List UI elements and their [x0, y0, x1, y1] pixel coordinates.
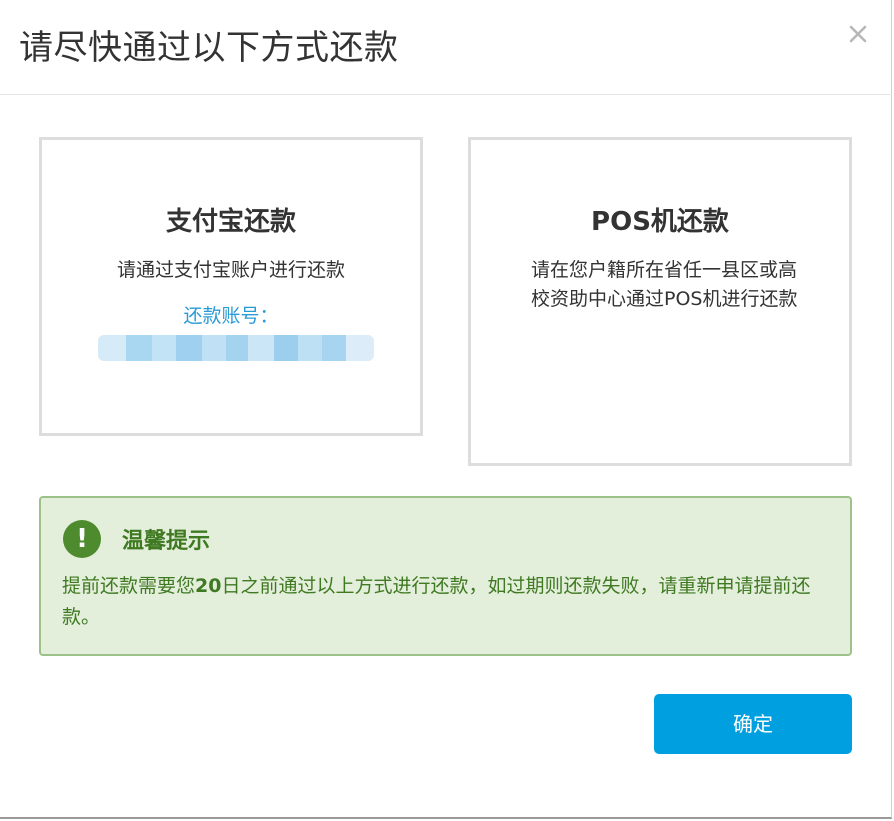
notice-title: 温馨提示	[122, 529, 211, 554]
notice-text-before: 提前还款需要您	[62, 575, 196, 597]
modal-header: 请尽快通过以下方式还款	[0, 0, 892, 95]
alipay-card-title: 支付宝还款	[165, 207, 296, 237]
exclamation-icon: !	[63, 520, 101, 558]
pos-repayment-card: POS机还款 请在您户籍所在省任一县区或高校资助中心通过POS机进行还款	[468, 137, 852, 466]
confirm-button[interactable]: 确定	[654, 694, 852, 754]
account-number-blurred	[98, 335, 374, 361]
alipay-repayment-card: 支付宝还款 请通过支付宝账户进行还款 还款账号：	[39, 137, 423, 436]
modal-title: 请尽快通过以下方式还款	[19, 28, 399, 68]
tip-notice: ! 温馨提示 提前还款需要您20日之前通过以上方式进行还款，如过期则还款失败，请…	[39, 496, 852, 656]
pos-card-description: 请在您户籍所在省任一县区或高校资助中心通过POS机进行还款	[531, 259, 798, 310]
account-number-label: 还款账号：	[183, 305, 279, 327]
repayment-modal: 请尽快通过以下方式还款 支付宝还款 请通过支付宝账户进行还款 还款账号： POS…	[0, 0, 892, 819]
notice-text: 提前还款需要您20日之前通过以上方式进行还款，如过期则还款失败，请重新申请提前还…	[62, 571, 842, 633]
alipay-card-description: 请通过支付宝账户进行还款	[116, 259, 345, 281]
notice-days: 20	[195, 575, 222, 597]
close-button[interactable]	[846, 22, 870, 46]
pos-card-title: POS机还款	[591, 207, 729, 237]
close-icon	[846, 22, 870, 46]
